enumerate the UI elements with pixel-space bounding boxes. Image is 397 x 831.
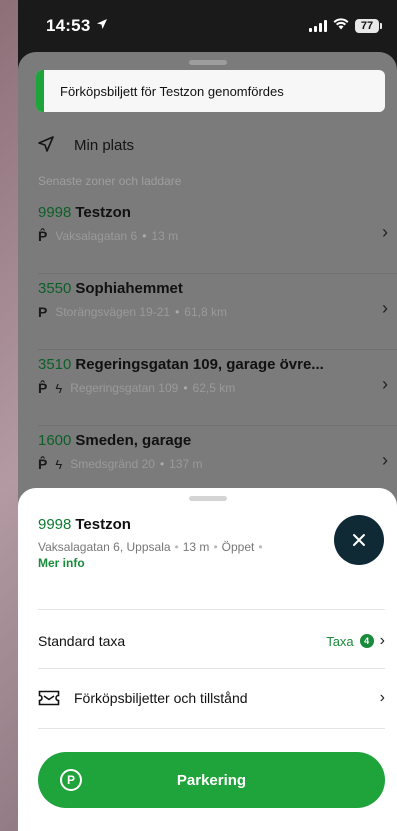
divider (38, 728, 385, 729)
sheet-grabber[interactable] (188, 496, 227, 501)
zone-name: Sophiahemmet (75, 280, 183, 297)
sheet-grabber[interactable] (188, 60, 227, 65)
wifi-icon (333, 17, 349, 35)
chevron-right-icon: › (382, 298, 388, 318)
more-info-link[interactable]: Mer info (38, 556, 85, 570)
my-location-row[interactable]: Min plats (38, 136, 134, 155)
phone-screen: 14:53 77 Förköpsbiljett för Testzon geno… (18, 0, 397, 831)
rate-count-badge: 4 (359, 634, 374, 648)
zone-distance: 137 m (169, 457, 203, 471)
chevron-right-icon: › (382, 374, 388, 394)
zone-detail-sheet: 9998 Testzon Vaksalagatan 6, Uppsala • 13 m… (18, 488, 397, 831)
close-icon (352, 527, 366, 553)
zone-name: Testzon (75, 516, 131, 533)
chevron-right-icon: › (382, 222, 388, 242)
zone-status: Öppet (221, 540, 255, 554)
zone-number: 3550 (38, 280, 72, 297)
zone-title: 3510 Regeringsgatan 109, garage övre... (38, 356, 388, 373)
zone-name: Testzon (75, 204, 131, 221)
zone-number: 9998 (38, 516, 72, 533)
zone-distance: 61,8 km (184, 305, 227, 319)
zone-address: Vaksalagatan 6, Uppsala (38, 540, 171, 554)
parking-button[interactable]: P Parkering (38, 752, 385, 808)
zone-row[interactable]: 3550 Sophiahemmet P Storängsvägen 19-21 •… (38, 274, 397, 350)
success-toast: Förköpsbiljett för Testzon genomfördes (36, 70, 385, 112)
toast-text: Förköpsbiljett för Testzon genomfördes (60, 83, 284, 99)
zone-distance: 13 m (151, 229, 179, 243)
separator-dot: • (175, 305, 180, 319)
separator-dot: • (174, 540, 179, 554)
status-time: 14:53 (46, 16, 91, 35)
zone-name: Regeringsgatan 109, garage övre... (75, 356, 324, 373)
chevron-right-icon: › (379, 632, 385, 649)
location-arrow-icon (96, 17, 108, 35)
parking-button-label: Parkering (176, 771, 247, 789)
zone-details: P̂ Vaksalagatan 6 • 13 m (38, 228, 388, 244)
zone-title: 3550 Sophiahemmet (38, 280, 388, 297)
status-bar: 14:53 77 (18, 0, 397, 52)
status-right: 77 (309, 17, 382, 35)
tickets-label: Förköpsbiljetter och tillstånd (74, 690, 248, 706)
my-location-label: Min plats (74, 137, 135, 154)
zone-title: 9998 Testzon (38, 516, 131, 533)
zone-number: 1600 (38, 432, 72, 449)
zone-details: P̂ ϟ Smedsgränd 20 • 137 m (38, 456, 388, 472)
separator-dot: • (142, 229, 147, 243)
standard-rate-row[interactable]: Standard taxa Taxa 4 › (38, 621, 385, 661)
charger-icon: ϟ (55, 456, 63, 472)
signal-icon (309, 20, 327, 32)
zone-number: 3510 (38, 356, 72, 373)
prepaid-parking-icon: P̂ (38, 228, 48, 244)
zone-address: Smedsgränd 20 (70, 457, 155, 471)
charger-icon: ϟ (55, 380, 63, 396)
zone-number: 9998 (38, 204, 72, 221)
zone-distance: 62,5 km (192, 381, 236, 395)
zone-address: Vaksalagatan 6 (55, 229, 138, 243)
zone-details: P Storängsvägen 19-21 • 61,8 km (38, 304, 388, 320)
parking-circle-icon: P (60, 769, 82, 791)
zone-subtitle: Vaksalagatan 6, Uppsala • 13 m • Öppet • (38, 540, 267, 554)
zone-address: Regeringsgatan 109 (70, 381, 179, 395)
zone-distance: 13 m (182, 540, 210, 554)
zone-row[interactable]: 9998 Testzon P̂ Vaksalagatan 6 • 13 m › (38, 198, 397, 274)
rate-link[interactable]: Taxa 4 › (326, 632, 385, 650)
separator-dot: • (159, 457, 165, 471)
toast-stripe (36, 70, 44, 112)
separator-dot: • (213, 540, 218, 554)
prepaid-parking-icon: P̂ (38, 456, 48, 472)
rate-label: Standard taxa (38, 633, 126, 649)
tickets-row[interactable]: Förköpsbiljetter och tillstånd › (38, 678, 385, 718)
parking-icon: P (38, 304, 48, 320)
close-button[interactable] (334, 515, 384, 565)
tickets-chevron: › (380, 689, 385, 707)
separator-dot: • (183, 381, 188, 395)
ticket-icon (38, 690, 60, 706)
divider (38, 609, 385, 610)
zone-details: P̂ ϟ Regeringsgatan 109 • 62,5 km (38, 380, 388, 396)
zone-row[interactable]: 3510 Regeringsgatan 109, garage övre... P… (38, 350, 397, 426)
rate-link-label: Taxa (326, 633, 354, 649)
chevron-right-icon: › (382, 450, 388, 470)
prepaid-parking-icon: P̂ (38, 380, 48, 396)
divider (38, 668, 385, 669)
recent-heading: Senaste zoner och laddare (38, 174, 182, 188)
zone-title: 9998 Testzon (38, 204, 388, 221)
separator-dot: • (258, 540, 263, 554)
chevron-right-icon: › (379, 689, 385, 706)
location-arrow-icon (38, 136, 54, 155)
battery-indicator: 77 (355, 19, 382, 33)
zone-address: Storängsvägen 19-21 (55, 305, 171, 319)
zone-name: Smeden, garage (75, 432, 192, 449)
zone-title: 1600 Smeden, garage (38, 432, 388, 449)
